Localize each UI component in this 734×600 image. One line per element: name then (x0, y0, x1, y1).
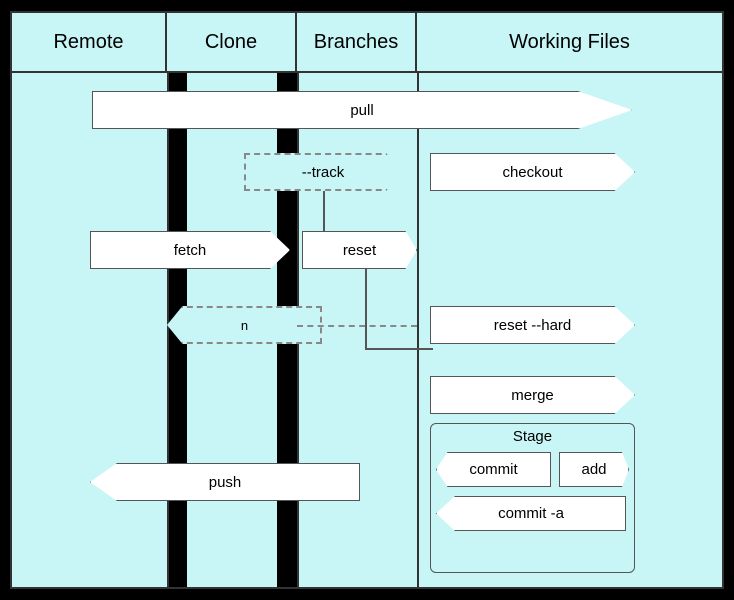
push-arrow[interactable]: push (90, 463, 360, 501)
header-working: Working Files (417, 13, 722, 71)
checkout-arrow[interactable]: checkout (430, 153, 635, 191)
merge-arrow[interactable]: merge (430, 376, 635, 414)
diagram: Remote Clone Branches Working Files pull… (10, 11, 724, 589)
commit-a-arrow[interactable]: commit -a (436, 496, 626, 531)
line-v-reset-merge (365, 269, 367, 349)
stage-label: Stage (431, 424, 634, 449)
fetch-arrow[interactable]: fetch (90, 231, 290, 269)
track-arrow[interactable]: --track (244, 153, 402, 191)
header-remote: Remote (12, 13, 167, 71)
stage-box: Stage commit add commit -a (430, 423, 635, 573)
header-row: Remote Clone Branches Working Files (12, 13, 722, 73)
line-v-track (323, 191, 325, 231)
header-clone: Clone (167, 13, 297, 71)
sep-remote-clone (167, 73, 169, 587)
pull-arrow[interactable]: pull (92, 91, 632, 129)
sep-branches-working (417, 73, 419, 587)
reset-hard-arrow[interactable]: reset --hard (430, 306, 635, 344)
reset-arrow[interactable]: reset (302, 231, 417, 269)
header-branches: Branches (297, 13, 417, 71)
body-area: pull --track checkout fetch reset n rese… (12, 73, 722, 587)
add-arrow[interactable]: add (559, 452, 629, 487)
line-h-to-merge (365, 348, 433, 350)
dashed-line-h (297, 325, 417, 327)
commit-arrow[interactable]: commit (436, 452, 551, 487)
